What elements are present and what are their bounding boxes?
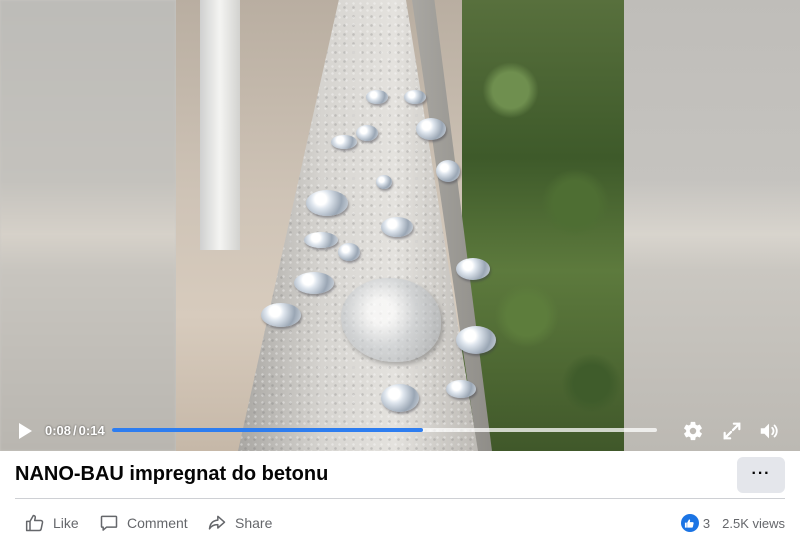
water-droplet — [416, 118, 446, 140]
video-player[interactable]: 0:08/0:14 — [0, 0, 800, 451]
time-display: 0:08/0:14 — [45, 423, 105, 438]
water-droplet — [331, 135, 357, 149]
post-stats: 3 2.5K views — [680, 512, 785, 534]
thumbs-up-icon — [25, 514, 44, 532]
gear-icon — [684, 421, 702, 441]
water-droplet — [381, 217, 413, 237]
like-label: Like — [53, 515, 79, 531]
progress-fill — [112, 428, 423, 432]
blurred-letterbox-right — [624, 0, 800, 451]
duration: 0:14 — [78, 423, 105, 438]
water-droplet — [356, 125, 378, 141]
more-options-button[interactable]: ··· — [737, 457, 785, 493]
time-separator: / — [73, 423, 77, 438]
railing-pole — [200, 0, 240, 250]
water-droplet — [306, 190, 348, 216]
share-label: Share — [235, 515, 273, 531]
comment-label: Comment — [127, 515, 188, 531]
fullscreen-button[interactable] — [721, 420, 743, 442]
volume-button[interactable] — [758, 420, 780, 442]
speech-bubble-icon — [100, 515, 118, 531]
thumbs-up-icon — [685, 518, 695, 528]
player-controls: 0:08/0:14 — [0, 412, 800, 451]
water-droplet — [304, 232, 338, 248]
water-droplet — [456, 258, 490, 280]
water-droplet — [381, 384, 419, 412]
play-icon — [19, 423, 32, 439]
play-button[interactable] — [16, 422, 34, 440]
divider — [15, 498, 785, 499]
view-count: 2.5K views — [722, 515, 785, 531]
share-button[interactable]: Share — [207, 511, 272, 535]
greenery — [462, 0, 624, 451]
like-button[interactable]: Like — [25, 511, 79, 535]
share-arrow-icon — [208, 515, 226, 530]
water-droplet — [404, 90, 426, 104]
water-droplet — [456, 326, 496, 354]
comment-button[interactable]: Comment — [99, 511, 188, 535]
progress-bar[interactable] — [112, 428, 657, 432]
like-reaction-badge[interactable] — [680, 514, 699, 532]
water-droplet — [436, 160, 460, 182]
water-droplet — [294, 272, 334, 294]
water-droplet — [338, 243, 360, 261]
post-title: NANO-BAU impregnat do betonu — [15, 463, 329, 485]
settings-button[interactable] — [682, 420, 704, 442]
video-frame — [176, 0, 624, 451]
expand-icon — [723, 422, 741, 440]
speaker-icon — [760, 423, 778, 439]
water-droplet — [376, 175, 392, 189]
water-droplet — [446, 380, 476, 398]
water-droplet — [261, 303, 301, 327]
blurred-letterbox-left — [0, 0, 176, 451]
reaction-count[interactable]: 3 — [703, 516, 710, 531]
current-time: 0:08 — [45, 423, 72, 438]
water-droplet — [366, 90, 388, 104]
